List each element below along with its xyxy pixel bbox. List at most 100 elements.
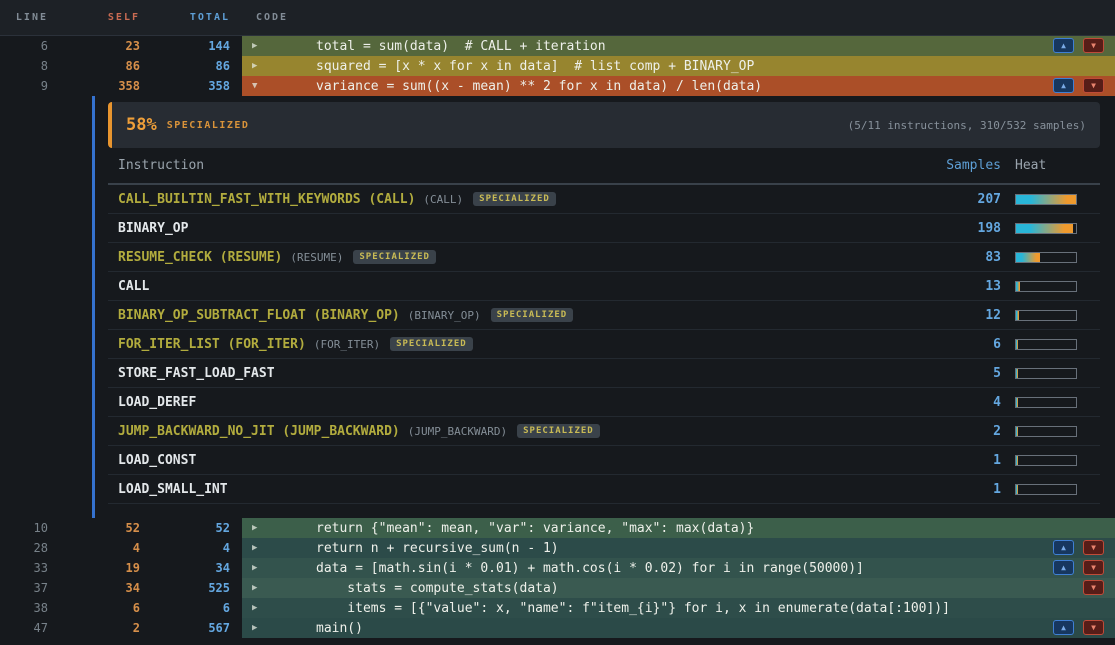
instruction-base-opcode: (FOR_ITER) — [314, 338, 380, 351]
line-number: 6 — [0, 39, 48, 53]
heat-bar — [1015, 368, 1077, 379]
move-up-button[interactable]: ▲ — [1053, 78, 1074, 93]
code-heat-cell[interactable]: ▶ items = [{"value": x, "name": f"item_{… — [242, 598, 1115, 618]
move-down-button[interactable]: ▼ — [1083, 560, 1104, 575]
expand-triangle-icon[interactable]: ▶ — [252, 603, 257, 613]
code-heat-cell[interactable]: ▶return n + recursive_sum(n - 1)▲▼ — [242, 538, 1115, 558]
move-down-button[interactable]: ▼ — [1083, 580, 1104, 595]
code-heat-cell[interactable]: ▶squared = [x * x for x in data] # list … — [242, 56, 1115, 76]
code-heat-cell[interactable]: ▶return {"mean": mean, "var": variance, … — [242, 518, 1115, 538]
expand-triangle-icon[interactable]: ▶ — [252, 41, 257, 51]
heat-cell — [1015, 426, 1090, 437]
expand-triangle-icon[interactable]: ▶ — [252, 563, 257, 573]
instruction-name-group: BINARY_OP_SUBTRACT_FLOAT (BINARY_OP)(BIN… — [118, 308, 961, 323]
heat-bar-fill — [1016, 224, 1073, 233]
heat-bar — [1015, 310, 1077, 321]
instruction-name-group: RESUME_CHECK (RESUME)(RESUME)SPECIALIZED — [118, 250, 961, 265]
instruction-name-group: LOAD_SMALL_INT — [118, 482, 961, 497]
instruction-column-header: Instruction — [118, 158, 946, 173]
line-number: 10 — [0, 521, 48, 535]
code-heat-cell[interactable]: ▶data = [math.sin(i * 0.01) + math.cos(i… — [242, 558, 1115, 578]
heat-bar — [1015, 281, 1077, 292]
expand-triangle-icon[interactable]: ▶ — [252, 523, 257, 533]
code-text: total = sum(data) # CALL + iteration — [242, 39, 606, 54]
heat-bar-fill — [1016, 195, 1076, 204]
line-number: 47 — [0, 621, 48, 635]
expand-triangle-icon[interactable]: ▶ — [252, 623, 257, 633]
expand-triangle-icon[interactable]: ▶ — [252, 583, 257, 593]
heat-bar — [1015, 252, 1077, 263]
heat-bar-fill — [1016, 427, 1018, 436]
instruction-name-group: LOAD_CONST — [118, 453, 961, 468]
heat-bar — [1015, 484, 1077, 495]
column-header-total: TOTAL — [140, 12, 230, 23]
code-rows-top: 623144▶total = sum(data) # CALL + iterat… — [0, 36, 1115, 96]
move-up-button[interactable]: ▲ — [1053, 38, 1074, 53]
self-samples: 358 — [48, 79, 140, 93]
line-number: 9 — [0, 79, 48, 93]
move-up-button[interactable]: ▲ — [1053, 560, 1074, 575]
move-up-button[interactable]: ▲ — [1053, 540, 1074, 555]
heat-cell — [1015, 368, 1090, 379]
row-nav-buttons: ▼ — [1083, 580, 1104, 595]
heat-bar — [1015, 194, 1077, 205]
heat-bar-fill — [1016, 253, 1040, 262]
heat-bar — [1015, 397, 1077, 408]
total-samples: 4 — [140, 541, 230, 555]
self-samples: 34 — [48, 581, 140, 595]
specialized-badge: SPECIALIZED — [353, 250, 436, 264]
heat-bar-fill — [1016, 282, 1020, 291]
instruction-samples: 6 — [961, 337, 1001, 352]
code-row-line-10: 105252▶return {"mean": mean, "var": vari… — [0, 518, 1115, 538]
instruction-samples: 13 — [961, 279, 1001, 294]
row-nav-buttons: ▲▼ — [1053, 560, 1104, 575]
instruction-name-group: CALL_BUILTIN_FAST_WITH_KEYWORDS (CALL)(C… — [118, 192, 961, 207]
row-nav-buttons: ▲▼ — [1053, 620, 1104, 635]
code-text: return {"mean": mean, "var": variance, "… — [242, 521, 754, 536]
instruction-samples: 5 — [961, 366, 1001, 381]
instruction-row: STORE_FAST_LOAD_FAST5 — [108, 359, 1100, 388]
instruction-samples: 198 — [961, 221, 1001, 236]
code-heat-cell[interactable]: ▶total = sum(data) # CALL + iteration ▲ ▼ — [242, 36, 1115, 56]
move-up-button[interactable]: ▲ — [1053, 620, 1074, 635]
self-samples: 86 — [48, 59, 140, 73]
instruction-base-opcode: (JUMP_BACKWARD) — [408, 425, 507, 438]
specialized-label: SPECIALIZED — [167, 120, 250, 131]
heat-bar — [1015, 426, 1077, 437]
total-samples: 567 — [140, 621, 230, 635]
total-samples: 6 — [140, 601, 230, 615]
instruction-table-body: CALL_BUILTIN_FAST_WITH_KEYWORDS (CALL)(C… — [108, 185, 1100, 504]
instruction-name: CALL — [118, 279, 149, 294]
move-down-button[interactable]: ▼ — [1083, 38, 1104, 53]
instruction-row: LOAD_SMALL_INT1 — [108, 475, 1100, 504]
instruction-row: JUMP_BACKWARD_NO_JIT (JUMP_BACKWARD)(JUM… — [108, 417, 1100, 446]
code-heat-cell[interactable]: ▶main()▲▼ — [242, 618, 1115, 638]
instruction-row: CALL 13 — [108, 272, 1100, 301]
total-samples: 52 — [140, 521, 230, 535]
code-row-line-47: 472567▶main()▲▼ — [0, 618, 1115, 638]
self-samples: 23 — [48, 39, 140, 53]
instruction-name: LOAD_SMALL_INT — [118, 482, 228, 497]
expand-triangle-icon[interactable]: ▶ — [252, 61, 257, 71]
samples-column-header: Samples — [946, 158, 1001, 173]
heat-bar-fill — [1016, 485, 1018, 494]
instruction-name-group: BINARY_OP — [118, 221, 961, 236]
instruction-row: RESUME_CHECK (RESUME)(RESUME)SPECIALIZED… — [108, 243, 1100, 272]
instruction-row: BINARY_OP198 — [108, 214, 1100, 243]
move-down-button[interactable]: ▼ — [1083, 78, 1104, 93]
line-number: 33 — [0, 561, 48, 575]
total-samples: 525 — [140, 581, 230, 595]
move-down-button[interactable]: ▼ — [1083, 620, 1104, 635]
code-heat-cell[interactable]: ▶ stats = compute_stats(data)▼ — [242, 578, 1115, 598]
profiler-app: LINE SELF TOTAL CODE 623144▶total = sum(… — [0, 0, 1115, 645]
code-heat-cell[interactable]: ▼variance = sum((x - mean) ** 2 for x in… — [242, 76, 1115, 96]
code-row-line-38: 3866▶ items = [{"value": x, "name": f"it… — [0, 598, 1115, 618]
heat-bar-fill — [1016, 340, 1018, 349]
code-row-line-9: 9358358▼variance = sum((x - mean) ** 2 f… — [0, 76, 1115, 96]
code-row-line-37: 3734525▶ stats = compute_stats(data)▼ — [0, 578, 1115, 598]
expand-triangle-icon[interactable]: ▶ — [252, 543, 257, 553]
instruction-samples: 1 — [961, 453, 1001, 468]
move-down-button[interactable]: ▼ — [1083, 540, 1104, 555]
self-samples: 2 — [48, 621, 140, 635]
collapse-triangle-icon[interactable]: ▼ — [252, 81, 257, 91]
